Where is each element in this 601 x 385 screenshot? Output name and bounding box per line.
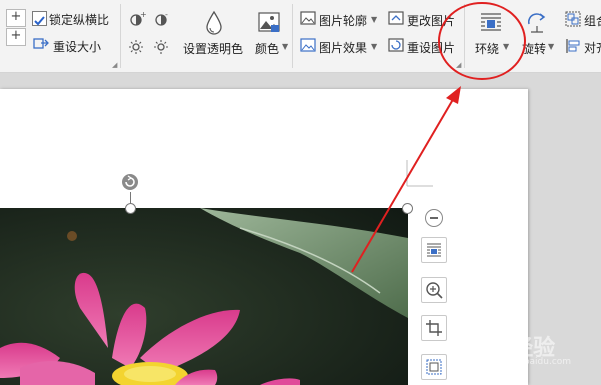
watermark-url: jingyan.baidu.com (488, 357, 572, 367)
annotation-overlay (351, 2, 526, 273)
pointer-arrow-line (351, 95, 456, 273)
highlight-circle (438, 2, 526, 80)
pointer-arrow-head (446, 86, 461, 104)
